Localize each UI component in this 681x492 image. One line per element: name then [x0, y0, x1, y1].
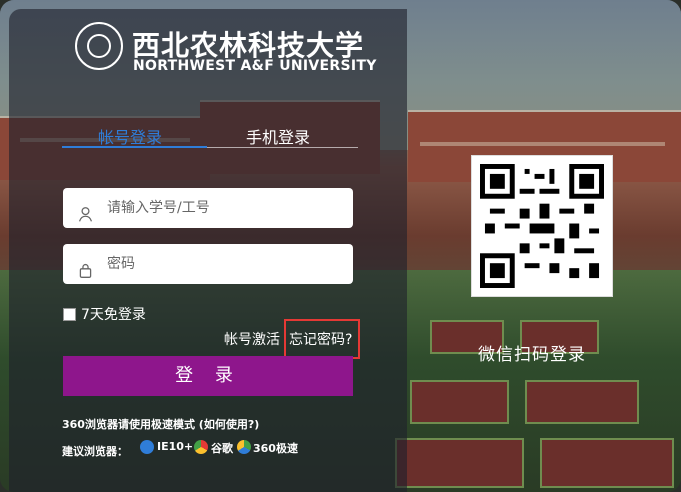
browser-360: 360极速 — [253, 442, 298, 455]
background-plot — [395, 438, 524, 488]
tab-phone-login[interactable]: 手机登录 — [246, 124, 310, 148]
360-icon — [237, 440, 251, 454]
remember-label: 7天免登录 — [81, 307, 146, 323]
login-button[interactable]: 登 录 — [63, 356, 353, 396]
tab-account-login[interactable]: 帐号登录 — [98, 124, 162, 148]
chrome-icon — [194, 440, 208, 454]
login-tabs: 帐号登录 手机登录 — [62, 124, 354, 148]
background-plot — [540, 438, 674, 488]
login-page: 西北农林科技大学 NORTHWEST A&F UNIVERSITY 帐号登录 手… — [0, 0, 681, 492]
wechat-qr-code — [471, 155, 613, 297]
user-icon — [77, 199, 94, 222]
university-logo — [75, 22, 123, 70]
wechat-login-label: 微信扫码登录 — [478, 345, 586, 365]
browser-note: 360浏览器请使用极速模式 (如何使用?) — [62, 418, 260, 431]
browser-chrome: 谷歌 — [211, 442, 233, 455]
active-tab-indicator — [62, 146, 207, 148]
browser-ie: IE10+ — [157, 440, 194, 453]
background-plot — [525, 380, 639, 424]
forgot-password-link[interactable]: 忘记密码? — [289, 329, 352, 349]
suggested-browsers-label: 建议浏览器： — [62, 445, 128, 458]
account-activate-link[interactable]: 帐号激活 — [224, 329, 280, 349]
username-input[interactable]: 请输入学号/工号 — [63, 188, 353, 228]
qr-code-pattern — [480, 164, 604, 288]
password-input[interactable]: 密码 — [63, 244, 353, 284]
ie-icon — [140, 440, 154, 454]
remember-checkbox[interactable] — [63, 308, 76, 321]
background-plot — [410, 380, 509, 424]
university-name-en: NORTHWEST A&F UNIVERSITY — [133, 58, 377, 74]
lock-icon — [77, 255, 94, 278]
background-windows — [420, 142, 665, 146]
